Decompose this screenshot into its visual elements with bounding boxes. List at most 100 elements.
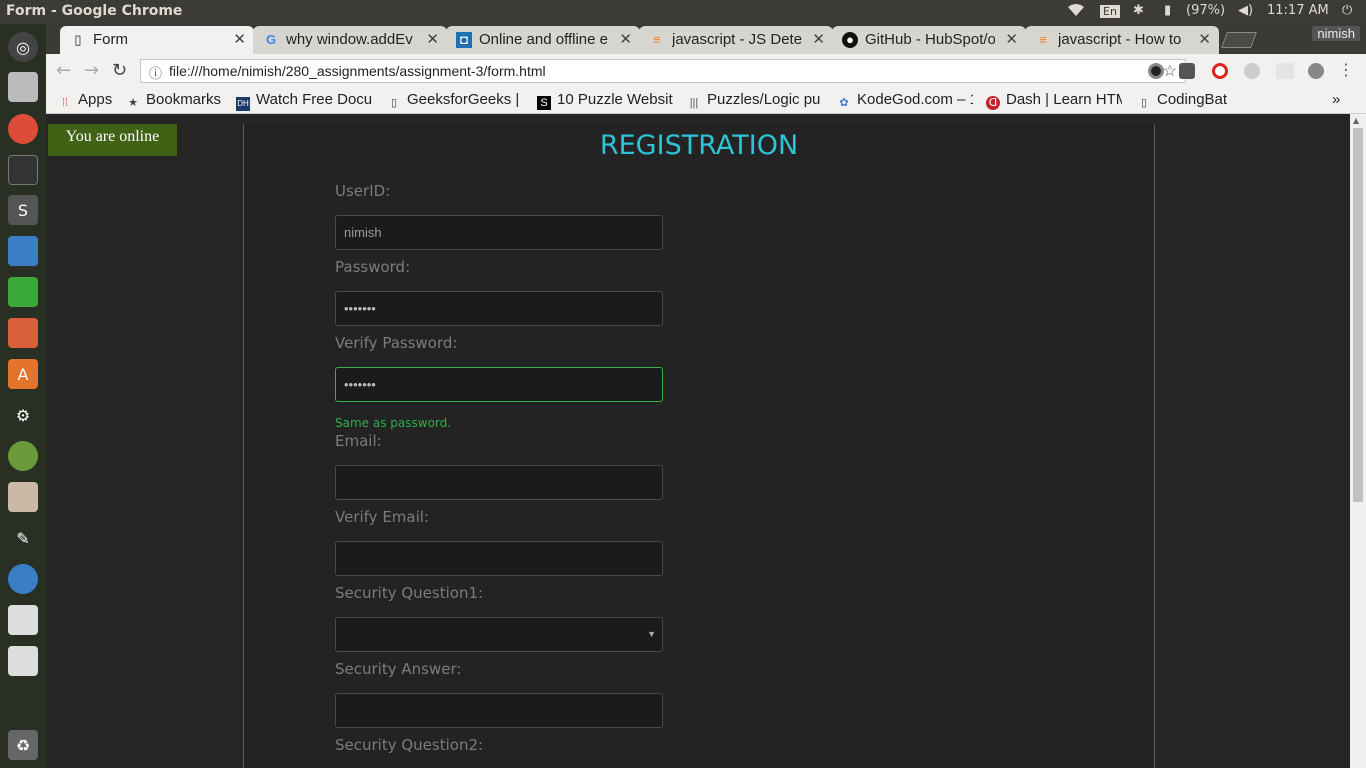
volume-icon[interactable]: ◀)	[1238, 3, 1253, 18]
password-label: Password:	[335, 258, 411, 276]
calc-icon[interactable]	[8, 277, 38, 307]
settings-gear-icon[interactable]: ⚙	[8, 400, 38, 430]
bookmark-codingbat[interactable]: ▯ CodingBat	[1137, 91, 1227, 110]
extension-icon[interactable]	[1179, 63, 1195, 79]
update-icon[interactable]	[8, 441, 38, 471]
browser-toolbar: ← → ↻ ⓘ file:///home/nimish/280_assignme…	[46, 54, 1366, 88]
bookmark-star-icon[interactable]: ☆	[1163, 61, 1177, 81]
profile-button[interactable]: nimish	[1312, 26, 1360, 41]
userid-input[interactable]: nimish	[335, 215, 663, 250]
address-bar[interactable]: ⓘ file:///home/nimish/280_assignments/as…	[140, 59, 1186, 83]
opera-extension-icon[interactable]	[1212, 63, 1228, 79]
tab-google[interactable]: G why window.addEv ✕	[253, 26, 447, 54]
registration-form-container: REGISTRATION UserID: nimish Password: ••…	[243, 124, 1155, 768]
dash-icon: ᗡ	[986, 96, 1000, 110]
files-icon[interactable]	[8, 72, 38, 102]
tab-github[interactable]: ● GitHub - HubSpot/o ✕	[832, 26, 1026, 54]
bookmark-documentary[interactable]: DH Watch Free Docu	[236, 91, 372, 111]
bookmark-bookmarks[interactable]: ★ Bookmarks	[126, 91, 221, 110]
terminal-icon[interactable]	[8, 155, 38, 185]
network-icon[interactable]	[8, 564, 38, 594]
stackoverflow-icon: ≡	[1039, 32, 1047, 47]
online-status-badge: You are online	[48, 124, 177, 156]
forward-icon[interactable]: →	[84, 60, 99, 81]
wifi-icon[interactable]	[1068, 3, 1084, 21]
new-tab-button[interactable]	[1221, 32, 1257, 48]
pen-icon[interactable]: ✎	[8, 523, 38, 553]
software-center-icon[interactable]: A	[8, 359, 38, 389]
apps-grid-icon: ⁞⁞	[61, 97, 69, 109]
verify-email-label: Verify Email:	[335, 508, 429, 526]
bookmark-label: Apps	[78, 91, 113, 108]
verify-password-label: Verify Password:	[335, 334, 458, 352]
stackoverflow-icon: ≡	[653, 32, 661, 47]
page-title: REGISTRATION	[599, 130, 799, 161]
back-icon[interactable]: ←	[56, 60, 71, 81]
bookmark-kodegod[interactable]: ✿ KodeGod.com – 1	[837, 91, 973, 110]
tab-label: GitHub - HubSpot/o	[865, 31, 995, 48]
verify-password-hint: Same as password.	[335, 416, 452, 430]
info-icon[interactable]: ⓘ	[149, 63, 162, 82]
usb-drive-icon[interactable]	[8, 605, 38, 635]
launcher: ◎ S A ⚙ ✎ ♻	[0, 24, 46, 768]
email-input[interactable]	[335, 465, 663, 500]
disabled-extension-icon[interactable]	[1244, 63, 1260, 79]
menu-icon[interactable]: ⋮	[1338, 60, 1354, 79]
color-picker-extension-icon[interactable]	[1148, 63, 1164, 79]
bug-extension-icon[interactable]	[1308, 63, 1324, 79]
reload-icon[interactable]: ↻	[112, 60, 127, 81]
close-icon[interactable]: ✕	[233, 30, 246, 48]
power-icon[interactable]: ⏻	[1342, 3, 1352, 18]
clock[interactable]: 11:17 AM	[1267, 3, 1329, 18]
cast-extension-icon[interactable]	[1276, 63, 1294, 79]
verify-email-input[interactable]	[335, 541, 663, 576]
chrome-icon[interactable]	[8, 114, 38, 144]
close-icon[interactable]: ✕	[426, 30, 439, 48]
usb-drive-2-icon[interactable]	[8, 646, 38, 676]
tab-strip: ▯ Form ✕ G why window.addEv ✕ ◘ Online a…	[46, 24, 1366, 54]
userid-label: UserID:	[335, 182, 391, 200]
bookmark-label: GeeksforGeeks |	[407, 91, 520, 108]
bookmark-puzzle-websites[interactable]: S 10 Puzzle Websit	[537, 91, 675, 110]
tab-form[interactable]: ▯ Form ✕	[60, 26, 254, 54]
writer-icon[interactable]	[8, 236, 38, 266]
bookmark-apps[interactable]: ⁞⁞ Apps	[58, 91, 112, 110]
impress-icon[interactable]	[8, 318, 38, 348]
bookmark-dash[interactable]: ᗡ Dash | Learn HTM	[986, 91, 1122, 110]
page-scrollbar[interactable]: ▲	[1350, 114, 1366, 768]
bookmark-label: 10 Puzzle Websit	[557, 91, 673, 108]
kodegod-icon: ✿	[839, 97, 849, 109]
bookmark-label: Puzzles/Logic pu	[707, 91, 821, 108]
bookmark-geeksforgeeks[interactable]: ▯ GeeksforGeeks |	[387, 91, 525, 110]
email-label: Email:	[335, 432, 382, 450]
bookmark-puzzles-logic[interactable]: ||| Puzzles/Logic pu	[687, 91, 823, 110]
bookmarks-bar: ⁞⁞ Apps ★ Bookmarks DH Watch Free Docu ▯ Gee…	[46, 88, 1366, 114]
stripes-icon: |||	[689, 97, 699, 109]
bookmark-label: KodeGod.com – 1	[857, 91, 973, 108]
tab-online-offline[interactable]: ◘ Online and offline e ✕	[446, 26, 640, 54]
bookmarks-overflow-icon[interactable]: »	[1332, 91, 1340, 108]
scrollbar-thumb[interactable]	[1353, 128, 1363, 502]
sublime-text-icon[interactable]: S	[8, 195, 38, 225]
dash-home-icon[interactable]: ◎	[8, 32, 38, 62]
security-question1-select[interactable]: ▼	[335, 617, 663, 652]
tab-js-detect[interactable]: ≡ javascript - JS Dete ✕	[639, 26, 833, 54]
close-icon[interactable]: ✕	[619, 30, 632, 48]
bookmark-label: Dash | Learn HTM	[1006, 91, 1122, 108]
trash-icon[interactable]: ♻	[8, 730, 38, 760]
security-answer-input[interactable]	[335, 693, 663, 728]
url-text[interactable]: file:///home/nimish/280_assignments/assi…	[169, 63, 546, 79]
mixer-icon[interactable]	[8, 482, 38, 512]
tab-js-how-to[interactable]: ≡ javascript - How to ✕	[1025, 26, 1219, 54]
page-icon: ▯	[1140, 97, 1148, 109]
battery-icon[interactable]: ▮	[1164, 3, 1171, 18]
verify-password-input[interactable]: •••••••	[335, 367, 663, 402]
password-input[interactable]: •••••••	[335, 291, 663, 326]
keyboard-layout-indicator[interactable]: En	[1100, 5, 1120, 18]
close-icon[interactable]: ✕	[1005, 30, 1018, 48]
scroll-up-arrow-icon[interactable]: ▲	[1353, 116, 1359, 125]
bluetooth-icon[interactable]: ✱	[1133, 3, 1144, 18]
star-icon: ★	[128, 97, 138, 109]
close-icon[interactable]: ✕	[1198, 30, 1211, 48]
close-icon[interactable]: ✕	[812, 30, 825, 48]
